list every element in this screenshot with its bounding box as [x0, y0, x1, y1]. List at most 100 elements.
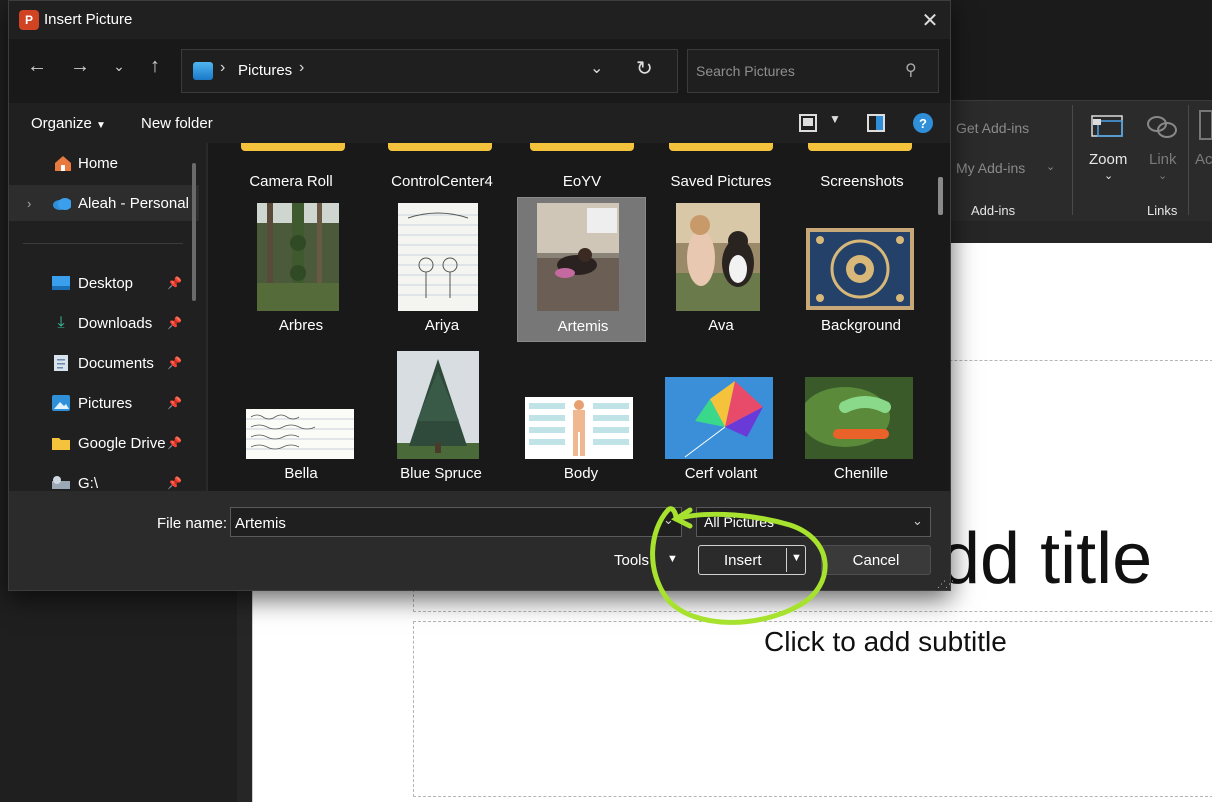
- image-tile-background[interactable]: Background: [798, 199, 926, 341]
- folder-tile[interactable]: ControlCenter4: [358, 143, 508, 193]
- organize-label: Organize: [31, 115, 92, 132]
- ribbon-divider: [1072, 105, 1073, 215]
- breadcrumb-pictures[interactable]: Pictures: [238, 62, 292, 79]
- thumbnail-body-diagram: [525, 397, 633, 459]
- address-dropdown-chevron-icon[interactable]: ⌄: [590, 58, 603, 78]
- insert-options-caret-icon[interactable]: ▼: [791, 552, 802, 564]
- image-label: Cerf volant: [684, 465, 758, 482]
- tools-button[interactable]: Tools: [614, 552, 649, 569]
- refresh-icon[interactable]: ↻: [636, 56, 653, 81]
- filetype-value: All Pictures: [704, 514, 775, 530]
- forward-button[interactable]: →: [65, 51, 95, 81]
- my-addins-button[interactable]: My Add-ins: [956, 160, 1025, 176]
- folder-icon: [388, 143, 492, 151]
- preview-pane-icon[interactable]: [867, 114, 885, 132]
- action-button[interactable]: Ac: [1195, 151, 1212, 168]
- sidebar-item-label: Aleah - Personal: [78, 194, 189, 212]
- sidebar-item-pictures[interactable]: Pictures 📌: [9, 385, 199, 421]
- navigation-pane: Home › Aleah - Personal Desktop 📌 ⤓ Down…: [9, 143, 206, 491]
- image-tile-ava[interactable]: Ava: [658, 199, 786, 341]
- pin-icon[interactable]: 📌: [167, 276, 182, 290]
- filename-combobox[interactable]: ⌄: [230, 507, 682, 537]
- link-button[interactable]: Link: [1149, 151, 1177, 168]
- folder-label: Screenshots: [820, 173, 904, 190]
- sidebar-item-google-drive[interactable]: Google Drive 📌: [9, 425, 199, 461]
- folder-tile[interactable]: Camera Roll: [218, 143, 368, 193]
- breadcrumb-chevron-icon[interactable]: ›: [299, 59, 304, 77]
- image-tile-body[interactable]: Body: [518, 347, 646, 489]
- resize-grip-icon[interactable]: ⋰⋰: [937, 579, 954, 590]
- pin-icon[interactable]: 📌: [167, 396, 182, 410]
- search-icon: ⚲: [905, 62, 917, 79]
- image-label: Ava: [708, 317, 734, 334]
- title-placeholder-text[interactable]: dd title: [940, 518, 1152, 600]
- sidebar-item-downloads[interactable]: ⤓ Downloads 📌: [9, 305, 199, 341]
- image-tile-chenille[interactable]: Chenille: [798, 347, 926, 489]
- folder-tile[interactable]: EoYV: [498, 143, 648, 193]
- sidebar-item-label: Home: [78, 154, 119, 172]
- pin-icon[interactable]: 📌: [167, 356, 182, 370]
- image-tile-bella[interactable]: Bella: [238, 347, 366, 489]
- image-tile-arbres[interactable]: Arbres: [238, 199, 366, 341]
- image-label: Ariya: [424, 317, 460, 334]
- sidebar-scrollbar[interactable]: [192, 163, 196, 301]
- expand-chevron-icon[interactable]: ›: [27, 196, 31, 211]
- image-tile-artemis[interactable]: Artemis: [517, 197, 646, 342]
- image-tile-ariya[interactable]: Ariya: [378, 199, 506, 341]
- image-label: Background: [820, 317, 902, 334]
- change-view-icon[interactable]: [799, 114, 817, 132]
- sidebar-item-documents[interactable]: Documents 📌: [9, 345, 199, 381]
- my-addins-chevron-icon: ⌄: [1046, 161, 1056, 173]
- pin-icon[interactable]: 📌: [167, 316, 182, 330]
- chevron-down-icon[interactable]: ⌄: [663, 512, 674, 528]
- search-input[interactable]: [696, 61, 896, 81]
- search-box[interactable]: ⚲: [687, 49, 939, 93]
- filetype-select[interactable]: All Pictures ⌄: [696, 507, 931, 537]
- filename-label: File name:: [157, 515, 228, 532]
- image-tile-cerf-volant[interactable]: Cerf volant: [658, 347, 786, 489]
- filename-input[interactable]: [235, 513, 655, 533]
- folder-tile[interactable]: Saved Pictures: [638, 143, 788, 193]
- close-button[interactable]: ✕: [913, 6, 947, 34]
- thumbnail-girl-with-dog: [676, 203, 760, 311]
- get-addins-button[interactable]: Get Add-ins: [956, 120, 1029, 136]
- view-options-caret-icon[interactable]: ▼: [829, 112, 841, 126]
- image-tile-blue-spruce[interactable]: Blue Spruce: [378, 347, 506, 489]
- organize-button[interactable]: Organize ▼: [31, 115, 106, 132]
- folder-icon: [530, 143, 634, 151]
- download-arrow-icon: ⤓: [57, 314, 65, 331]
- new-folder-button[interactable]: New folder: [141, 115, 213, 132]
- file-list-scrollbar[interactable]: [938, 177, 943, 215]
- zoom-button[interactable]: Zoom: [1089, 151, 1127, 168]
- back-button[interactable]: ←: [22, 51, 52, 81]
- file-list: Camera Roll ControlCenter4 EoYV Saved Pi…: [208, 143, 950, 491]
- insert-picture-dialog: P Insert Picture ✕ ← → ⌄ ↑ › Pictures › …: [8, 0, 954, 591]
- folder-tile[interactable]: Screenshots: [778, 143, 928, 193]
- sidebar-item-aleah-personal[interactable]: › Aleah - Personal: [9, 185, 199, 221]
- recent-locations-button[interactable]: ⌄: [104, 51, 134, 81]
- tools-caret-icon[interactable]: ▼: [667, 553, 678, 565]
- pictures-icon: [51, 394, 71, 412]
- sidebar-item-home[interactable]: Home: [9, 145, 199, 181]
- folder-icon: [241, 143, 345, 151]
- sidebar-item-label: Documents: [78, 354, 154, 372]
- up-button[interactable]: ↑: [140, 51, 170, 81]
- insert-button[interactable]: Insert ▼: [698, 545, 806, 575]
- pin-icon[interactable]: 📌: [167, 476, 182, 490]
- sidebar-item-desktop[interactable]: Desktop 📌: [9, 265, 199, 301]
- thumbnail-spruce-tree: [397, 351, 479, 459]
- cancel-button[interactable]: Cancel: [821, 545, 931, 575]
- sidebar-item-label: Downloads: [78, 314, 153, 332]
- subtitle-placeholder-text[interactable]: Click to add subtitle: [764, 626, 1007, 658]
- arrow-up-icon: ↑: [150, 54, 160, 77]
- address-bar[interactable]: › Pictures › ⌄ ↻: [181, 49, 678, 93]
- ppt-ribbon: Get Add-ins My Add-ins ⌄ Add-ins Zoom ⌄ …: [950, 100, 1212, 221]
- link-icon: [1145, 113, 1181, 141]
- pin-icon[interactable]: 📌: [167, 436, 182, 450]
- sidebar-divider: [23, 243, 183, 244]
- sidebar-item-g-drive[interactable]: G:\ 📌: [9, 465, 199, 491]
- thumbnail-handwriting: [246, 409, 354, 459]
- powerpoint-icon: P: [19, 10, 39, 30]
- help-icon[interactable]: ?: [913, 113, 933, 133]
- insert-label: Insert: [724, 552, 762, 569]
